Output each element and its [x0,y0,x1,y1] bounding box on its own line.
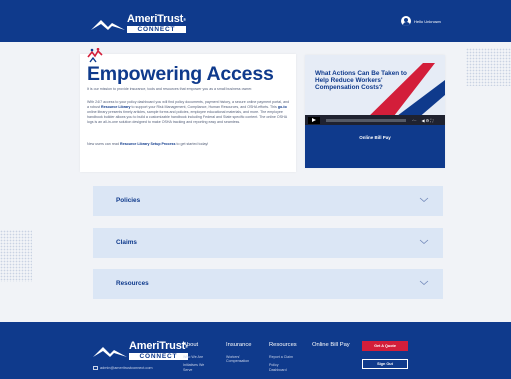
resource-library-link[interactable]: Resource Library [101,105,131,109]
get-a-quote-button[interactable]: Get A Quote [362,341,408,351]
user-avatar-icon [401,16,411,26]
footer-col-bill-pay: Online Bill Pay [312,342,350,348]
video-settings-icon[interactable]: ◀ ⚙ ⛶ [421,118,433,123]
dots-decoration-left [0,230,32,282]
footer-email-text: admin@ameritrustconnect.com [100,366,153,370]
footer-policy-dashboard-link[interactable]: Policy Dashboard [269,363,293,372]
hero-card: Empowering Access It is our mission to p… [80,48,296,172]
people-icon [87,48,103,63]
footer-bill-pay-link[interactable]: Online Bill Pay [312,342,350,348]
logo-text: AmeriTrust® CONNECT [127,14,186,33]
user-menu[interactable]: Hello Unknown [401,16,441,26]
footer-about-link[interactable]: About [183,342,209,348]
footer-report-claim-link[interactable]: Report a Claim [269,355,297,359]
dots-decoration-right [466,48,511,86]
chevron-down-icon [419,239,429,245]
footer-who-we-are-link[interactable]: Who We Are [183,355,209,359]
header-logo[interactable]: AmeriTrust® CONNECT [91,14,186,33]
site-header: AmeriTrust® CONNECT Hello Unknown [0,0,511,42]
logo-name: AmeriTrust® [127,13,186,25]
logo-text: AmeriTrust® CONNECT [129,341,188,360]
footer-insurance-link[interactable]: Insurance [226,342,256,348]
video-progress-bar[interactable] [326,118,406,122]
hero-intro: It is our mission to provide insurance, … [87,87,253,91]
user-name: Hello Unknown [414,18,441,24]
footer-col-about: About Who We Are Initiatives We Serve [183,342,209,372]
play-icon[interactable] [308,116,320,124]
logo-mark-icon [91,19,125,30]
video-time: -:-- [412,118,417,122]
hero-new-text-2: to get started today! [175,142,209,146]
chevron-down-icon [419,197,429,203]
logo-sub: CONNECT [129,353,188,360]
footer-initiatives-link[interactable]: Initiatives We Serve [183,363,209,372]
footer-resources-link[interactable]: Resources [269,342,297,348]
accordion-policies[interactable]: Policies [93,186,443,216]
video-controls: -:-- ◀ ⚙ ⛶ [305,115,445,125]
video-card: What Actions Can Be Taken to Help Reduce… [305,55,445,168]
hero-new-text-1: New users can read [87,142,120,146]
hero-body-goto: go-to [277,105,287,110]
accordion-claims[interactable]: Claims [93,228,443,258]
logo-mark-icon [93,346,127,357]
logo-trademark: ® [183,17,186,22]
footer-col-resources: Resources Report a Claim Policy Dashboar… [269,342,297,372]
footer-workers-comp-link[interactable]: Workers' Compensation [226,355,256,364]
chevron-down-icon [419,280,429,286]
mail-icon [93,366,98,370]
site-footer: AmeriTrust® CONNECT admin@ameritrustconn… [0,322,511,379]
logo-sub: CONNECT [127,26,186,33]
footer-logo[interactable]: AmeriTrust® CONNECT [93,341,188,360]
online-bill-pay-link[interactable]: Online Bill Pay [305,135,445,140]
video-headline: What Actions Can Be Taken to Help Reduce… [315,70,407,91]
accordion-label: Resources [116,280,149,287]
logo-name: AmeriTrust® [129,340,188,352]
hero-body-text-2: to support your Risk Management, Complia… [130,105,278,110]
footer-email[interactable]: admin@ameritrustconnect.com [93,366,153,370]
hero-body: With 24/7 access to your policy dashboar… [87,100,292,125]
accordion-resources[interactable]: Resources [93,269,443,299]
accordion-label: Claims [116,239,137,246]
hero-new-users: New users can read Resource Library Setu… [87,142,292,147]
sign-out-button[interactable]: Sign Out [362,359,408,369]
accordion-label: Policies [116,197,141,204]
video-player[interactable]: What Actions Can Be Taken to Help Reduce… [305,55,445,125]
setup-process-link[interactable]: Resource Library Setup Process [120,142,176,146]
hero-body-text-3: online library presents timely articles,… [87,110,287,125]
hero-title: Empowering Access [87,63,274,85]
footer-col-insurance: Insurance Workers' Compensation [226,342,256,364]
